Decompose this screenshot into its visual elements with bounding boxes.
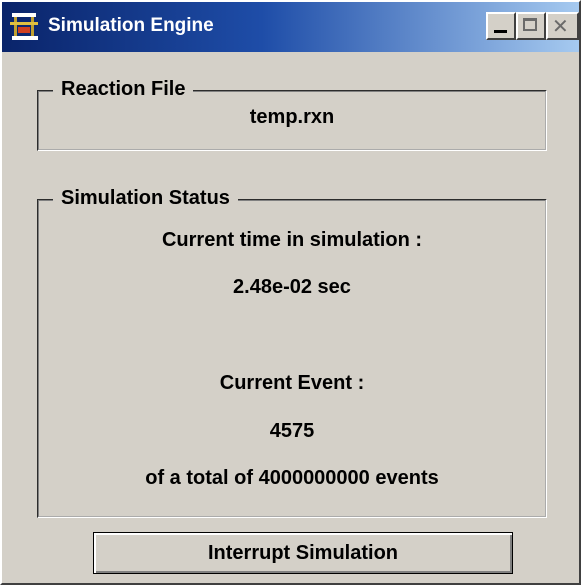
maximize-icon	[523, 18, 537, 31]
minimize-icon	[494, 30, 507, 33]
minimize-button[interactable]	[486, 12, 516, 40]
current-event-value: 4575	[269, 420, 315, 442]
interrupt-simulation-button[interactable]: Interrupt Simulation	[93, 532, 513, 574]
maximize-button[interactable]	[516, 12, 546, 40]
simulation-app-icon[interactable]	[10, 12, 42, 42]
simulation-engine-window: Simulation Engine ✕ Reaction File temp.r…	[0, 0, 581, 585]
current-time-label: Current time in simulation :	[161, 229, 423, 251]
simulation-status-group: Simulation Status Current time in simula…	[37, 187, 547, 518]
close-icon: ✕	[552, 14, 569, 38]
close-button[interactable]: ✕	[546, 12, 579, 40]
reaction-filename: temp.rxn	[249, 106, 335, 128]
current-time-value: 2.48e-02 sec	[233, 276, 351, 298]
simulation-status-legend: Simulation Status	[53, 187, 238, 210]
window-title: Simulation Engine	[48, 15, 214, 36]
current-event-label: Current Event :	[219, 372, 365, 394]
reaction-file-legend: Reaction File	[53, 78, 194, 101]
reaction-file-group: Reaction File temp.rxn	[37, 78, 547, 151]
title-bar[interactable]: Simulation Engine ✕	[2, 2, 579, 52]
total-events-text: of a total of 4000000000 events	[145, 467, 439, 489]
